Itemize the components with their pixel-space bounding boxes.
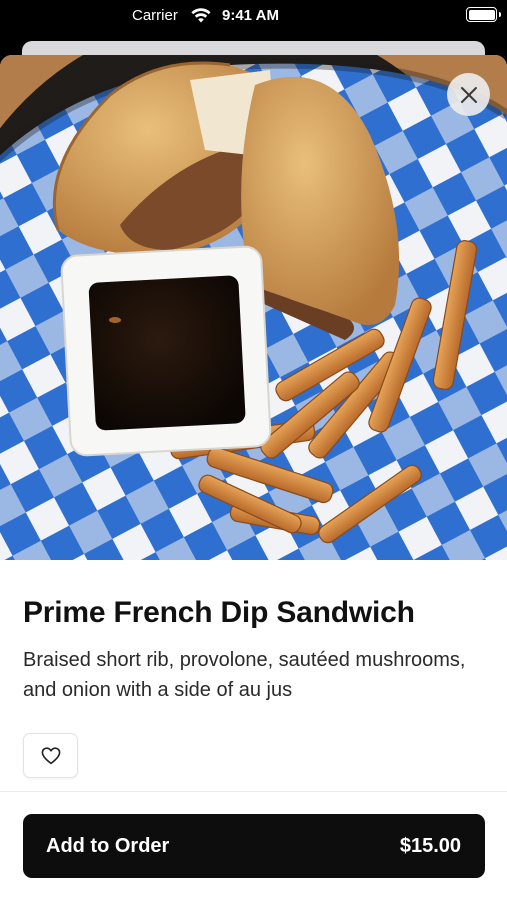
- clock-time: 9:41 AM: [222, 7, 279, 24]
- phone-screen: Carrier 9:41 AM Prime French Dip Sandwic…: [0, 0, 507, 900]
- add-to-order-button[interactable]: Add to Order $15.00: [23, 814, 485, 878]
- item-title: Prime French Dip Sandwich: [23, 596, 415, 629]
- divider: [0, 791, 507, 792]
- item-detail-sheet: Prime French Dip Sandwich Braised short …: [0, 55, 507, 900]
- favorite-button[interactable]: [23, 733, 78, 778]
- close-button[interactable]: [447, 73, 490, 116]
- price-label: $15.00: [399, 834, 461, 857]
- heart-icon: [41, 746, 60, 764]
- food-photo-illustration: [0, 55, 507, 560]
- close-icon: [460, 86, 477, 103]
- item-photo: [0, 55, 507, 560]
- item-description: Braised short rib, provolone, sautéed mu…: [23, 649, 466, 701]
- carrier-label: Carrier: [132, 7, 178, 24]
- status-bar: Carrier 9:41 AM: [0, 0, 507, 34]
- wifi-icon: [191, 8, 211, 23]
- add-to-order-label: Add to Order: [46, 834, 170, 857]
- battery-icon: [466, 7, 501, 22]
